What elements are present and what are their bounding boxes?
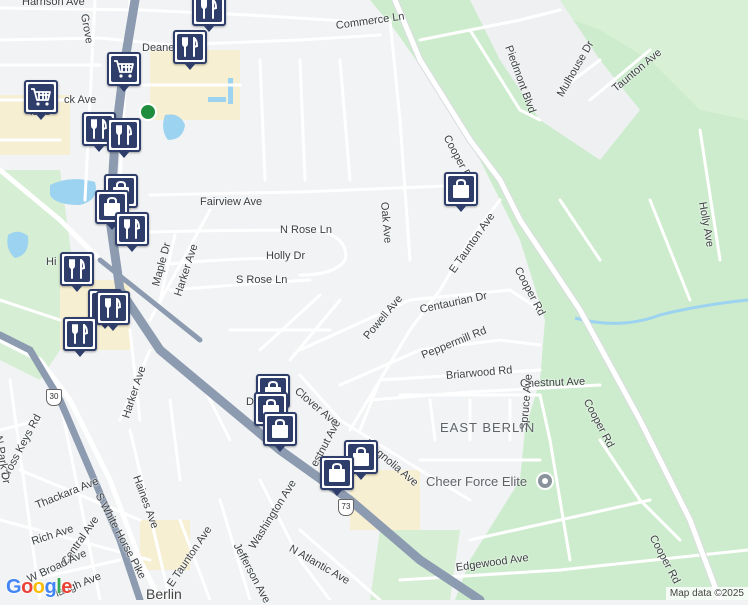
restaurant-marker[interactable] bbox=[192, 0, 226, 32]
restaurant-icon bbox=[111, 122, 137, 148]
poi-label-cheer-force-elite[interactable]: Cheer Force Elite bbox=[426, 474, 527, 489]
restaurant-marker[interactable] bbox=[96, 291, 130, 331]
restaurant-marker[interactable] bbox=[60, 252, 94, 292]
restaurant-marker[interactable] bbox=[107, 118, 141, 158]
restaurant-icon bbox=[177, 34, 203, 60]
map-attribution[interactable]: Map data ©2025 bbox=[665, 587, 748, 600]
restaurant-icon bbox=[64, 256, 90, 282]
shopping-bag-icon bbox=[448, 176, 474, 202]
cheer-force-elite-pin-icon[interactable] bbox=[536, 472, 554, 490]
grocery-marker[interactable] bbox=[24, 80, 58, 120]
grocery-marker[interactable] bbox=[107, 52, 141, 92]
shopping-cart-icon bbox=[111, 56, 137, 82]
location-pin-icon[interactable] bbox=[139, 103, 157, 121]
route-30-shield-icon: 30 bbox=[46, 389, 62, 406]
shopping-marker[interactable] bbox=[444, 172, 478, 212]
area-label-east-berlin: EAST BERLIN bbox=[440, 420, 536, 435]
restaurant-marker[interactable] bbox=[63, 317, 97, 357]
shopping-marker[interactable] bbox=[320, 456, 354, 496]
restaurant-icon bbox=[67, 321, 93, 347]
restaurant-icon bbox=[119, 216, 145, 242]
shopping-bag-icon bbox=[267, 416, 293, 442]
restaurant-icon bbox=[100, 295, 126, 321]
restaurant-marker[interactable] bbox=[115, 212, 149, 252]
google-logo: Google bbox=[6, 576, 72, 598]
shopping-marker[interactable] bbox=[263, 412, 297, 452]
shopping-cart-icon bbox=[28, 84, 54, 110]
shopping-bag-icon bbox=[324, 460, 350, 486]
route-73-shield-icon: 73 bbox=[338, 499, 354, 516]
restaurant-icon bbox=[196, 0, 222, 22]
restaurant-marker[interactable] bbox=[173, 30, 207, 70]
